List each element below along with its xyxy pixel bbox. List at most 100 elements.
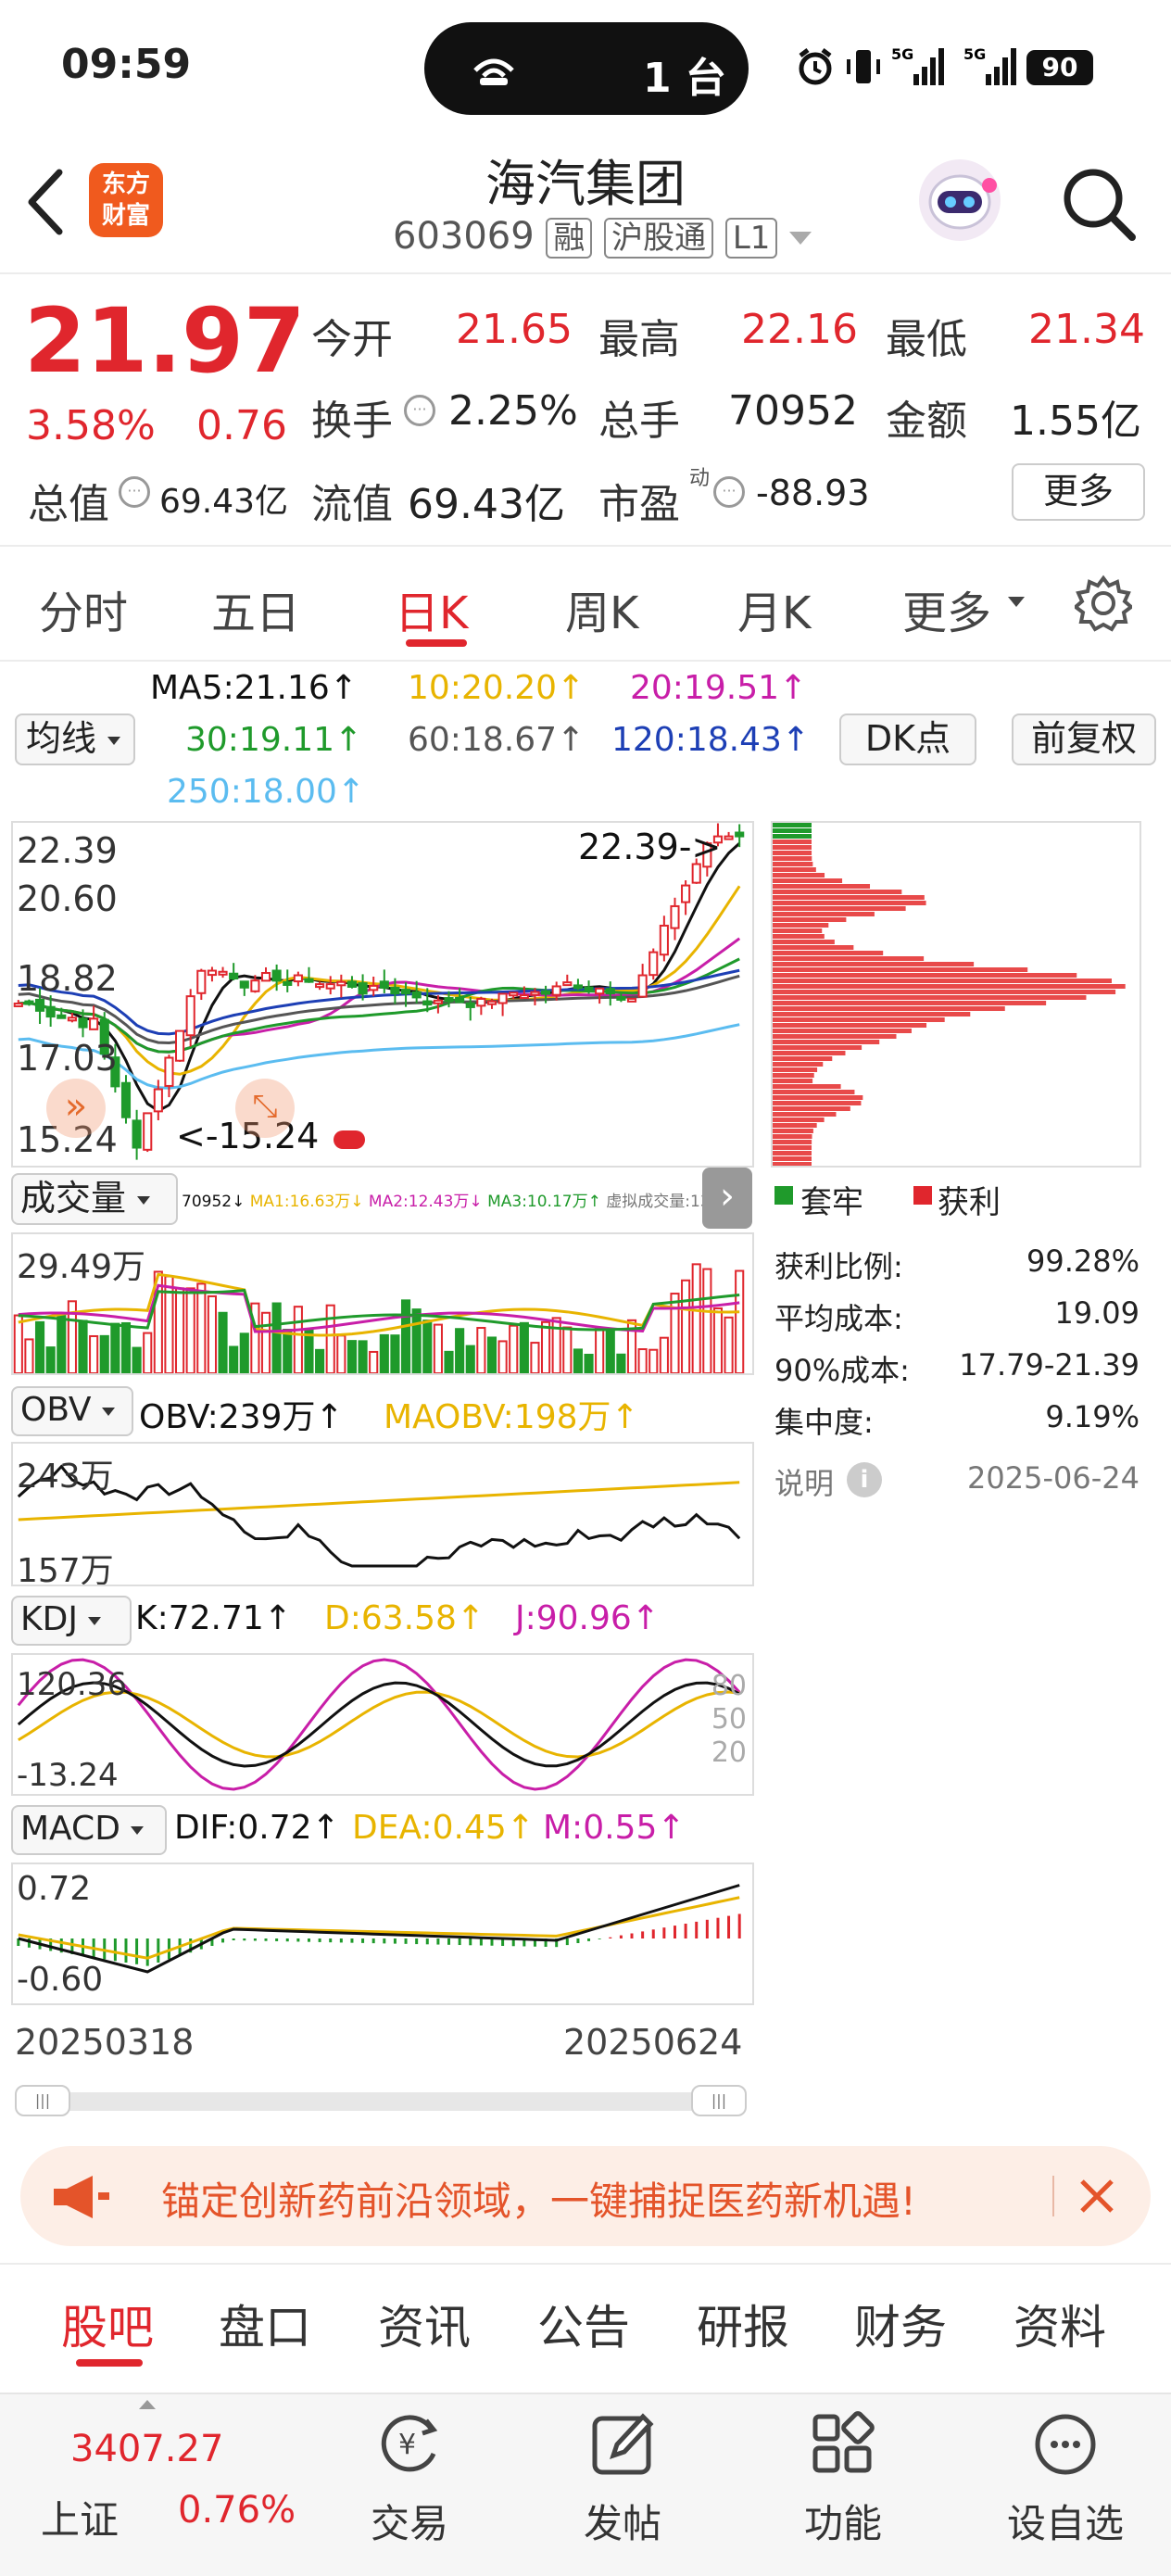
chip-bar <box>773 851 812 855</box>
tab-five-day[interactable]: 五日 <box>211 576 300 641</box>
nav-watchlist[interactable]: 设自选 <box>1001 2407 1130 2565</box>
kdj-select-caret-icon <box>88 1616 102 1625</box>
volume-select-dropdown[interactable]: 成交量 <box>11 1173 178 1225</box>
kdj-chart[interactable]: 120.36 -13.24 80 50 20 <box>11 1653 754 1796</box>
more-button[interactable]: 更多 <box>1012 463 1145 521</box>
turnover-info-icon[interactable]: ··· <box>404 395 435 426</box>
info-icon[interactable]: i <box>847 1462 882 1497</box>
subtab-announcements[interactable]: 公告 <box>537 2291 630 2357</box>
chip-bar <box>773 1062 824 1067</box>
chip-bar <box>773 1123 817 1128</box>
expand-left-icon[interactable]: » <box>46 1079 106 1138</box>
volume-chart[interactable]: 29.49万 <box>11 1232 754 1375</box>
adjust-button[interactable]: 前复权 <box>1012 713 1156 765</box>
volume-bar <box>670 1293 680 1373</box>
tab-daily-k[interactable]: 日K <box>395 576 468 641</box>
chip-bar <box>773 878 843 883</box>
candle-body <box>57 1014 67 1019</box>
chip-bar <box>773 1095 863 1100</box>
dynamic-island[interactable]: 1 台 <box>424 22 749 115</box>
volume-bar <box>34 1320 45 1373</box>
volume-bar <box>551 1317 561 1373</box>
subtab-forum[interactable]: 股吧 <box>61 2291 154 2357</box>
nav-trade[interactable]: ¥ 交易 <box>354 2407 465 2565</box>
obv-svg <box>17 1464 741 1568</box>
close-icon[interactable] <box>1077 2176 1117 2216</box>
macd-select-label: MACD <box>20 1810 120 1848</box>
nav-function[interactable]: 功能 <box>787 2407 899 2565</box>
mktcap-value: 69.43亿 <box>159 483 289 521</box>
subtab-profile[interactable]: 资料 <box>1014 2291 1106 2357</box>
subtab-orderbook[interactable]: 盘口 <box>219 2291 311 2357</box>
nav-trade-label: 交易 <box>370 2501 448 2546</box>
tab-weekly-k[interactable]: 周K <box>565 576 638 641</box>
connect-tag: 沪股通 <box>604 218 714 259</box>
candle-body <box>455 996 465 1004</box>
chip-bar <box>773 1029 912 1033</box>
candle-body <box>497 992 508 1004</box>
obv-select-dropdown[interactable]: OBV <box>11 1386 133 1436</box>
promo-banner[interactable]: 锚定创新药前沿领域，一键捕捉医药新机遇! <box>20 2146 1151 2246</box>
subtab-financials[interactable]: 财务 <box>854 2291 947 2357</box>
kdj-level-20: 20 <box>711 1736 747 1769</box>
banner-divider <box>1052 2176 1054 2216</box>
volume-bar <box>509 1324 519 1373</box>
search-icon[interactable] <box>1058 163 1138 243</box>
kdj-level-80: 80 <box>711 1670 747 1702</box>
volume-bar <box>455 1328 465 1373</box>
subtab-active-indicator <box>76 2359 143 2367</box>
chip-bar <box>773 828 812 833</box>
candle-body <box>626 997 637 1003</box>
robot-assistant-icon[interactable] <box>913 158 1006 246</box>
stock-code-row[interactable]: 603069 融 沪股通 L1 <box>393 215 812 259</box>
candle-body <box>465 1002 475 1008</box>
volume-bar <box>89 1334 99 1373</box>
range-handle-left[interactable]: ||| <box>15 2085 70 2116</box>
obv-chart[interactable]: 243万 157万 <box>11 1442 754 1586</box>
subtab-news[interactable]: 资讯 <box>378 2291 471 2357</box>
kdj-select-dropdown[interactable]: KDJ <box>11 1596 132 1646</box>
volume-bar <box>346 1340 358 1373</box>
tab-timeshare[interactable]: 分时 <box>39 576 128 641</box>
pe-info-icon[interactable]: ··· <box>713 476 745 508</box>
range-handle-right[interactable]: ||| <box>691 2085 747 2116</box>
chip-bar <box>773 1162 812 1166</box>
fullscreen-icon[interactable]: ⤡ <box>235 1079 295 1138</box>
volume-bar <box>260 1311 271 1373</box>
ma-select-caret-icon <box>107 737 121 745</box>
tab-monthly-k[interactable]: 月K <box>737 576 811 641</box>
mktcap-info-icon[interactable]: ··· <box>119 476 150 508</box>
tab-more[interactable]: 更多 <box>902 576 991 641</box>
chip-bar <box>773 1156 812 1161</box>
volume-bar <box>207 1294 217 1373</box>
kdj-y-bottom: -13.24 <box>17 1757 119 1794</box>
collapse-panel-button[interactable]: › <box>702 1168 752 1229</box>
profit-ratio-label: 获利比例: <box>774 1249 903 1284</box>
subtab-research[interactable]: 研报 <box>697 2291 789 2357</box>
macd-chart[interactable]: 0.72 -0.60 <box>11 1863 754 2005</box>
chip-bar <box>773 1151 812 1155</box>
volume-bar <box>541 1320 551 1373</box>
chip-bar <box>773 962 975 966</box>
candle-body <box>422 1000 433 1006</box>
candle-body <box>143 1112 153 1151</box>
kline-chart[interactable]: 22.39 20.60 18.82 17.03 15.24 22.39-> <-… <box>11 821 754 1168</box>
candle-body <box>433 999 443 1004</box>
kline-event-dots[interactable] <box>334 1130 365 1149</box>
macd-select-dropdown[interactable]: MACD <box>11 1805 167 1855</box>
candle-body <box>444 997 454 1003</box>
settings-gear-icon[interactable] <box>1075 575 1132 632</box>
index-widget[interactable]: 3407.27 上证 0.76% <box>0 2394 315 2576</box>
chip-bar <box>773 1073 814 1078</box>
candle-body <box>379 980 389 989</box>
ma-select-dropdown[interactable]: 均线 <box>15 713 135 765</box>
nav-post[interactable]: 发帖 <box>567 2407 678 2565</box>
svg-text:¥: ¥ <box>398 2429 416 2461</box>
chip-note-label[interactable]: 说明 <box>774 1460 834 1503</box>
chip-bar <box>773 867 816 872</box>
range-track[interactable] <box>15 2092 747 2111</box>
chip-distribution-chart[interactable] <box>771 821 1141 1168</box>
dk-point-button[interactable]: DK点 <box>839 713 976 765</box>
svg-text:5G: 5G <box>891 45 913 63</box>
chip-bar <box>773 823 812 827</box>
